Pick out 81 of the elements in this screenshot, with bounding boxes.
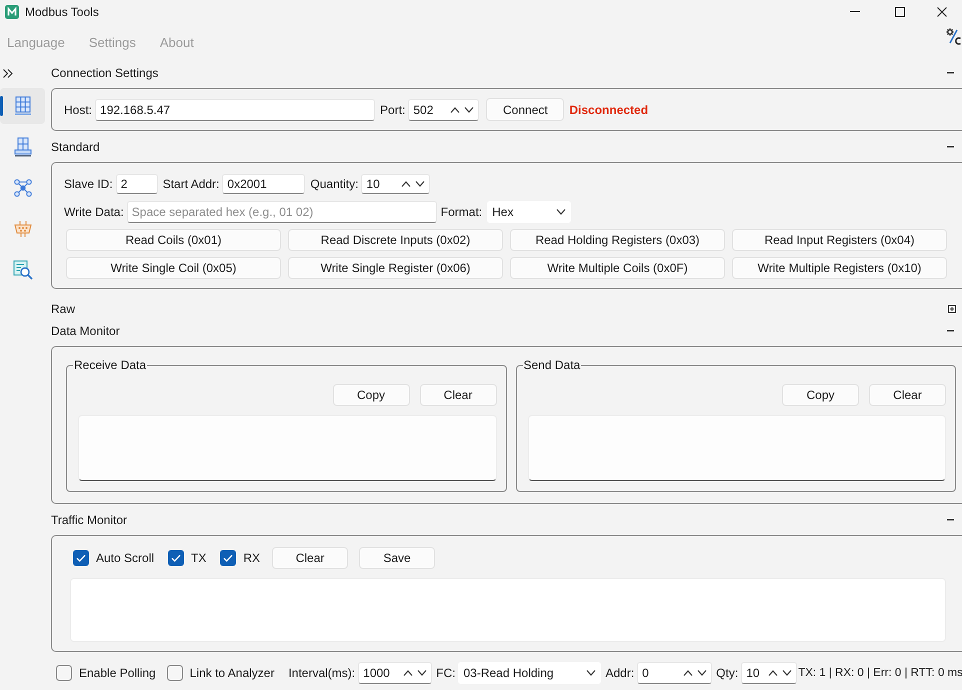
network-nodes-icon: [12, 178, 32, 198]
section-title: Standard: [50, 140, 100, 154]
function-button[interactable]: Read Holding Registers (0x03): [510, 229, 725, 251]
checkbox-label: Enable Polling: [79, 666, 156, 680]
serial-port-icon: [12, 219, 32, 239]
field-label: FC:: [436, 666, 456, 680]
chevron-up-icon[interactable]: [450, 106, 460, 112]
action-button[interactable]: Save: [359, 547, 436, 569]
group-title: Receive Data: [73, 358, 148, 372]
window-title: Modbus Tools: [25, 4, 99, 18]
group-title: Send Data: [522, 358, 582, 372]
write-data-field[interactable]: Space separated hex (e.g., 01 02): [126, 201, 437, 223]
sidebar-item[interactable]: [0, 88, 45, 124]
double-chevron-icon[interactable]: [3, 69, 13, 78]
maximize-icon: [894, 6, 904, 16]
chevron-down-icon[interactable]: [782, 670, 792, 676]
function-code-dropdown[interactable]: 03-Read Holding: [458, 662, 602, 684]
field-label: Quantity:: [310, 177, 358, 191]
number-spinbox[interactable]: 0: [637, 662, 712, 684]
checkbox-label: Auto Scroll: [96, 551, 154, 565]
field-label: Start Addr:: [162, 177, 220, 191]
server-stack-icon: [12, 137, 32, 157]
function-button[interactable]: Write Single Register (0x06): [288, 257, 503, 279]
chevron-up-icon[interactable]: [401, 181, 412, 187]
checkbox[interactable]: [168, 550, 184, 566]
format-dropdown[interactable]: Hex: [487, 201, 572, 223]
section-title: Connection Settings: [50, 66, 158, 80]
chevron-down-icon: [556, 209, 566, 215]
checkbox[interactable]: [166, 665, 183, 681]
checkbox-label: Link to Analyzer: [190, 666, 274, 680]
chevron-down-icon[interactable]: [464, 106, 474, 112]
action-button[interactable]: Clear: [272, 547, 348, 569]
gear-percent-icon[interactable]: [946, 28, 961, 45]
number-spinbox[interactable]: 1000: [358, 662, 432, 684]
minimize-icon: [850, 11, 860, 12]
grid-icon: [12, 96, 32, 116]
chevron-down-icon[interactable]: [417, 670, 428, 676]
function-button[interactable]: Write Single Coil (0x05): [66, 257, 281, 279]
checkbox[interactable]: [56, 665, 72, 681]
connect-button[interactable]: Connect: [486, 98, 564, 121]
host-field[interactable]: 192.168.5.47: [95, 98, 376, 120]
close-icon: [937, 6, 947, 16]
function-button[interactable]: Read Coils (0x01): [66, 229, 281, 251]
field-label: Slave ID:: [64, 177, 113, 191]
action-button[interactable]: Copy: [332, 384, 410, 406]
chevron-up-icon[interactable]: [768, 670, 778, 676]
function-button[interactable]: Read Input Registers (0x04): [732, 229, 947, 251]
chevron-up-icon[interactable]: [683, 670, 694, 676]
start-address-field[interactable]: 0x2001: [222, 174, 306, 194]
function-button[interactable]: Write Multiple Registers (0x10): [732, 257, 947, 279]
expand-icon[interactable]: [948, 305, 956, 313]
chevron-down-icon[interactable]: [415, 181, 426, 187]
field-label: Interval(ms):: [288, 666, 356, 680]
section-title: Traffic Monitor: [50, 513, 128, 527]
function-button[interactable]: Read Discrete Inputs (0x02): [288, 229, 503, 251]
checkbox[interactable]: [220, 550, 236, 566]
section-title: Data Monitor: [50, 324, 120, 338]
field-label: Qty:: [716, 666, 738, 680]
checkbox[interactable]: [73, 550, 89, 566]
chevron-up-icon[interactable]: [403, 670, 414, 676]
field-label: Port:: [380, 102, 406, 116]
function-button[interactable]: Write Multiple Coils (0x0F): [510, 257, 725, 279]
port-spinbox[interactable]: 502: [408, 98, 480, 120]
document-magnifier-icon: [12, 260, 32, 280]
slave-id-field[interactable]: 2: [116, 174, 158, 194]
chevron-down-icon: [586, 670, 596, 676]
action-button[interactable]: Clear: [869, 384, 946, 406]
field-label: Write Data:: [64, 205, 124, 219]
quantity-spinbox[interactable]: 10: [361, 174, 430, 194]
field-label: Format:: [440, 205, 482, 219]
action-button[interactable]: Copy: [782, 384, 859, 406]
app-logo-icon: [5, 4, 19, 18]
chevron-down-icon[interactable]: [697, 670, 708, 676]
checkbox-label: TX: [191, 551, 206, 565]
section-title: Raw: [50, 302, 76, 316]
field-label: Addr:: [605, 666, 634, 680]
action-button[interactable]: Clear: [420, 384, 496, 406]
checkbox-label: RX: [243, 551, 260, 565]
number-spinbox[interactable]: 10: [741, 662, 798, 684]
connection-status: Disconnected: [569, 102, 648, 116]
field-label: Host:: [64, 102, 92, 116]
